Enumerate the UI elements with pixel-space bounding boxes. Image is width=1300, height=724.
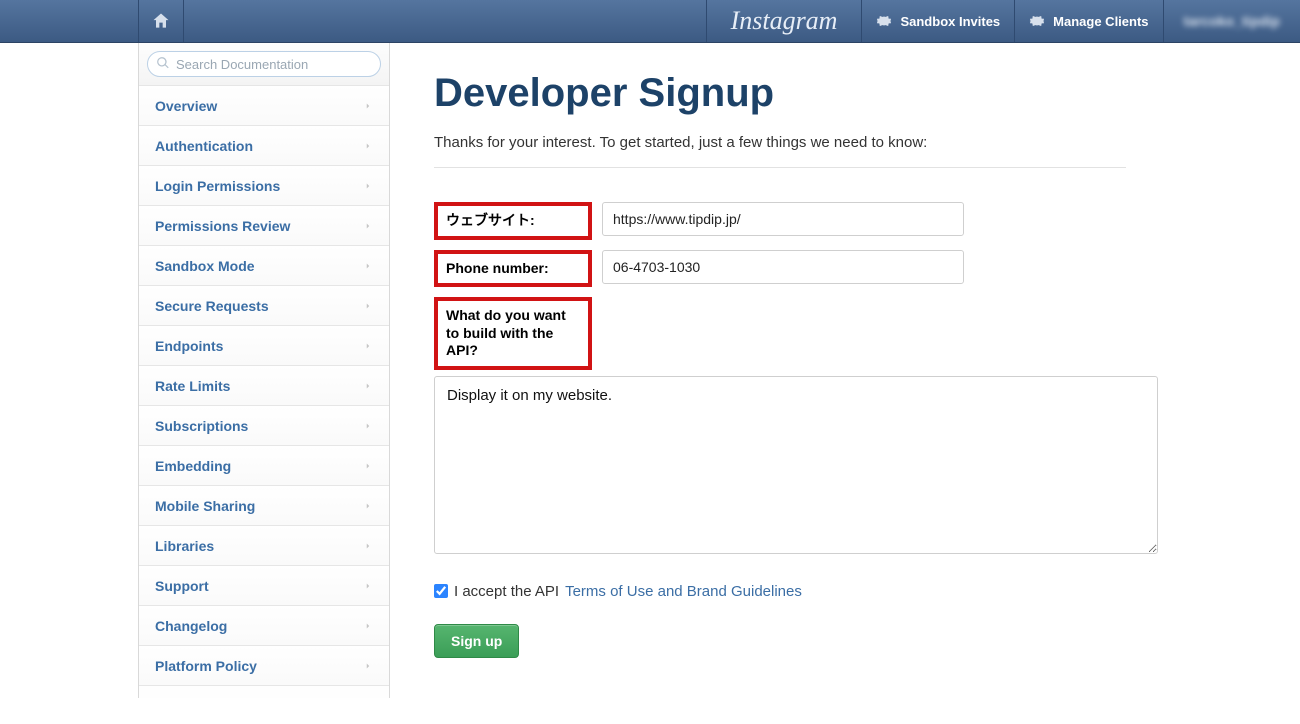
sidebar-item-label: Permissions Review bbox=[155, 218, 290, 234]
sidebar-item[interactable]: Rate Limits bbox=[139, 366, 389, 406]
website-row: ウェブサイト: bbox=[434, 202, 1126, 240]
sidebar-item[interactable]: Platform Policy bbox=[139, 646, 389, 686]
nav-list: Overview Authentication Login Permissions P… bbox=[139, 86, 389, 686]
brand[interactable]: Instagram bbox=[706, 0, 863, 42]
chevron-right-icon bbox=[363, 459, 373, 473]
chevron-right-icon bbox=[363, 499, 373, 513]
chevron-right-icon bbox=[363, 419, 373, 433]
chevron-right-icon bbox=[363, 619, 373, 633]
chevron-right-icon bbox=[363, 379, 373, 393]
build-row: What do you want to build with the API? bbox=[434, 297, 1126, 370]
sidebar-item[interactable]: Subscriptions bbox=[139, 406, 389, 446]
sidebar-item-label: Authentication bbox=[155, 138, 253, 154]
sidebar-item[interactable]: Mobile Sharing bbox=[139, 486, 389, 526]
sidebar-item-label: Endpoints bbox=[155, 338, 223, 354]
sidebar-item[interactable]: Permissions Review bbox=[139, 206, 389, 246]
build-textarea-wrap bbox=[434, 376, 1126, 557]
chevron-right-icon bbox=[363, 339, 373, 353]
sidebar-item[interactable]: Endpoints bbox=[139, 326, 389, 366]
sidebar-item[interactable]: Support bbox=[139, 566, 389, 606]
search-input[interactable] bbox=[147, 51, 381, 77]
search-box bbox=[147, 51, 381, 77]
page: Overview Authentication Login Permissions P… bbox=[0, 43, 1300, 698]
accept-text: I accept the API bbox=[454, 583, 559, 600]
chevron-right-icon bbox=[363, 139, 373, 153]
sidebar-item-label: Sandbox Mode bbox=[155, 258, 255, 274]
sidebar-item-label: Mobile Sharing bbox=[155, 498, 255, 514]
sidebar-item-label: Rate Limits bbox=[155, 378, 230, 394]
sidebar-item-label: Login Permissions bbox=[155, 178, 280, 194]
sidebar: Overview Authentication Login Permissions P… bbox=[138, 43, 390, 698]
website-label: ウェブサイト: bbox=[434, 202, 592, 240]
sidebar-item-label: Changelog bbox=[155, 618, 227, 634]
sandbox-invites-button[interactable]: Sandbox Invites bbox=[862, 0, 1015, 42]
sidebar-item-label: Overview bbox=[155, 98, 217, 114]
sidebar-item-label: Subscriptions bbox=[155, 418, 248, 434]
sidebar-item[interactable]: Login Permissions bbox=[139, 166, 389, 206]
sidebar-item[interactable]: Embedding bbox=[139, 446, 389, 486]
home-icon bbox=[151, 11, 171, 31]
sidebar-item-label: Secure Requests bbox=[155, 298, 269, 314]
signup-button[interactable]: Sign up bbox=[434, 624, 519, 658]
sandbox-invites-label: Sandbox Invites bbox=[900, 14, 1000, 29]
chevron-right-icon bbox=[363, 539, 373, 553]
sidebar-item[interactable]: Authentication bbox=[139, 126, 389, 166]
gear-icon bbox=[876, 13, 892, 29]
main: Developer Signup Thanks for your interes… bbox=[390, 43, 1170, 698]
manage-clients-button[interactable]: Manage Clients bbox=[1015, 0, 1163, 42]
chevron-right-icon bbox=[363, 99, 373, 113]
terms-link[interactable]: Terms of Use and Brand Guidelines bbox=[565, 583, 802, 600]
sidebar-item[interactable]: Changelog bbox=[139, 606, 389, 646]
sidebar-item[interactable]: Overview bbox=[139, 86, 389, 126]
intro-text: Thanks for your interest. To get started… bbox=[434, 134, 1126, 168]
gutter-left bbox=[0, 43, 138, 698]
sidebar-item-label: Platform Policy bbox=[155, 658, 257, 674]
home-button[interactable] bbox=[138, 0, 184, 42]
brand-text: Instagram bbox=[731, 6, 838, 36]
page-title: Developer Signup bbox=[434, 71, 1126, 116]
topbar-spacer bbox=[184, 0, 706, 42]
accept-row: I accept the API Terms of Use and Brand … bbox=[434, 583, 1126, 600]
sidebar-item[interactable]: Sandbox Mode bbox=[139, 246, 389, 286]
gear-icon bbox=[1029, 13, 1045, 29]
chevron-right-icon bbox=[363, 299, 373, 313]
chevron-right-icon bbox=[363, 179, 373, 193]
sidebar-item-label: Support bbox=[155, 578, 209, 594]
sidebar-item-label: Libraries bbox=[155, 538, 214, 554]
manage-clients-label: Manage Clients bbox=[1053, 14, 1148, 29]
sidebar-item-label: Embedding bbox=[155, 458, 231, 474]
sidebar-item[interactable]: Libraries bbox=[139, 526, 389, 566]
user-menu[interactable]: tarcoko_tipdip bbox=[1164, 0, 1300, 42]
chevron-right-icon bbox=[363, 259, 373, 273]
user-label: tarcoko_tipdip bbox=[1184, 13, 1280, 29]
website-input[interactable] bbox=[602, 202, 964, 236]
chevron-right-icon bbox=[363, 579, 373, 593]
sidebar-item[interactable]: Secure Requests bbox=[139, 286, 389, 326]
accept-checkbox[interactable] bbox=[434, 584, 448, 598]
topbar: Instagram Sandbox Invites Manage Clients… bbox=[0, 0, 1300, 43]
phone-input[interactable] bbox=[602, 250, 964, 284]
phone-label: Phone number: bbox=[434, 250, 592, 288]
build-textarea[interactable] bbox=[434, 376, 1158, 554]
build-label: What do you want to build with the API? bbox=[434, 297, 592, 370]
website-input-wrap bbox=[602, 202, 964, 240]
search-icon bbox=[156, 56, 170, 70]
chevron-right-icon bbox=[363, 219, 373, 233]
phone-input-wrap bbox=[602, 250, 964, 288]
search-wrap bbox=[139, 43, 389, 86]
chevron-right-icon bbox=[363, 659, 373, 673]
phone-row: Phone number: bbox=[434, 250, 1126, 288]
